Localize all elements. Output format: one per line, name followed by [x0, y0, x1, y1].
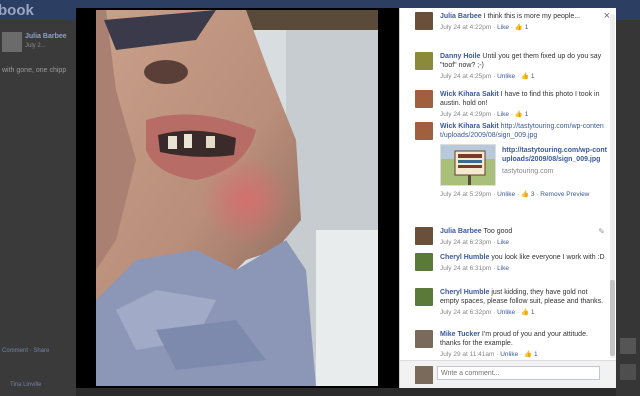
photo-image	[96, 10, 378, 386]
comment: Cheryl Humble just kidding, they have go…	[415, 288, 605, 317]
background-thumbnail	[620, 338, 636, 354]
link-preview[interactable]: http://tastytouring.com/wp-content/uploa…	[440, 144, 607, 188]
comment-avatar[interactable]	[415, 253, 433, 271]
like-count[interactable]: 1	[525, 24, 529, 31]
comment-avatar[interactable]	[415, 288, 433, 306]
comment: Wick Kihara Sakit I have to find this ph…	[415, 90, 605, 119]
comment-avatar[interactable]	[415, 52, 433, 70]
comment: Mike Tucker I'm proud of you and your at…	[415, 330, 605, 359]
like-link[interactable]: Like	[497, 265, 509, 272]
comment: Julia Barbee I think this is more my peo…	[415, 12, 605, 32]
like-count[interactable]: 3	[531, 191, 535, 198]
comment-author[interactable]: Julia Barbee	[440, 13, 482, 20]
comment-author[interactable]: Julia Barbee	[440, 228, 482, 235]
comment: Cheryl Humble you look like everyone I w…	[415, 253, 605, 273]
comment-avatar[interactable]	[415, 12, 433, 30]
comment: ✎ Julia Barbee Too good July 24 at 6:23p…	[415, 227, 605, 247]
background-feed	[0, 20, 76, 396]
remove-preview-link[interactable]: Remove Preview	[540, 191, 589, 198]
comment-avatar[interactable]	[415, 330, 433, 348]
like-link[interactable]: Like	[497, 239, 509, 246]
comment-date: July 29 at 11:41am	[440, 351, 495, 358]
photo	[96, 10, 378, 386]
link-preview-domain: tastytouring.com	[502, 168, 554, 175]
comment-author[interactable]: Cheryl Humble	[440, 254, 489, 261]
comment-author[interactable]: Danny Hoile	[440, 53, 480, 60]
comment-date: July 24 at 4:25pm	[440, 73, 492, 80]
unlike-link[interactable]: Unlike	[497, 191, 515, 198]
unlike-link[interactable]: Unlike	[497, 309, 515, 316]
thumbs-up-icon: 👍	[514, 111, 523, 118]
like-count[interactable]: 1	[531, 73, 535, 80]
comment-author[interactable]: Wick Kihara Sakit	[440, 123, 499, 130]
comment-date: July 24 at 4:29pm	[440, 111, 492, 118]
comment-date: July 24 at 6:32pm	[440, 309, 492, 316]
comment-author[interactable]: Mike Tucker	[440, 331, 480, 338]
write-comment-input[interactable]	[437, 366, 600, 380]
comment-author[interactable]: Wick Kihara Sakit	[440, 91, 499, 98]
background-commenter-name: Tina Linville	[10, 382, 42, 388]
link-preview-url[interactable]: http://tastytouring.com/wp-content/uploa…	[502, 146, 607, 164]
comments-list: Julia Barbee I think this is more my peo…	[400, 10, 607, 360]
comments-panel: × Julia Barbee I think this is more my p…	[399, 8, 616, 388]
comments-scrollbar-thumb[interactable]	[610, 280, 615, 356]
thumbs-up-icon: 👍	[524, 351, 533, 358]
unlike-link[interactable]: Unlike	[497, 73, 515, 80]
comment-avatar[interactable]	[415, 227, 433, 245]
unlike-link[interactable]: Unlike	[500, 351, 518, 358]
comment: Danny Hoile Until you get them fixed up …	[415, 52, 605, 81]
comment-date: July 24 at 6:23pm	[440, 239, 492, 246]
like-link[interactable]: Like	[497, 24, 509, 31]
background-avatar	[2, 32, 22, 52]
comment-date: July 24 at 4:22pm	[440, 24, 492, 31]
like-count[interactable]: 1	[534, 351, 538, 358]
comment-date: July 24 at 6:31pm	[440, 265, 492, 272]
thumbs-up-icon: 👍	[514, 24, 523, 31]
link-preview-thumbnail[interactable]	[440, 144, 496, 186]
like-count[interactable]: 1	[531, 309, 535, 316]
background-thumbnail	[620, 364, 636, 380]
comment-text: you look like everyone I work with :D	[491, 254, 605, 261]
thumbs-up-icon: 👍	[520, 191, 530, 198]
background-author-name: Julia Barbee	[25, 33, 67, 40]
background-post-snippet: with gone, one chipp	[2, 67, 67, 74]
comment-text: Too good	[483, 228, 513, 235]
comment: Wick Kihara Sakit http://tastytouring.co…	[415, 122, 607, 199]
thumbs-up-icon: 👍	[520, 309, 530, 316]
background-post-date: July 2...	[25, 43, 46, 49]
like-link[interactable]: Like	[497, 111, 509, 118]
thumbs-up-icon: 👍	[520, 73, 530, 80]
comment-date: July 24 at 5:29pm	[440, 191, 492, 198]
comment-avatar[interactable]	[415, 90, 433, 108]
comment-text: I think this is more my people...	[483, 13, 581, 20]
current-user-avatar	[415, 366, 433, 384]
comment-composer	[400, 360, 616, 388]
comment-avatar[interactable]	[415, 122, 433, 140]
comment-author[interactable]: Cheryl Humble	[440, 289, 489, 296]
edit-pencil-icon[interactable]: ✎	[598, 227, 605, 236]
background-post-actions: Comment · Share	[2, 348, 50, 354]
like-count[interactable]: 1	[525, 111, 529, 118]
facebook-logo: book	[0, 2, 34, 19]
